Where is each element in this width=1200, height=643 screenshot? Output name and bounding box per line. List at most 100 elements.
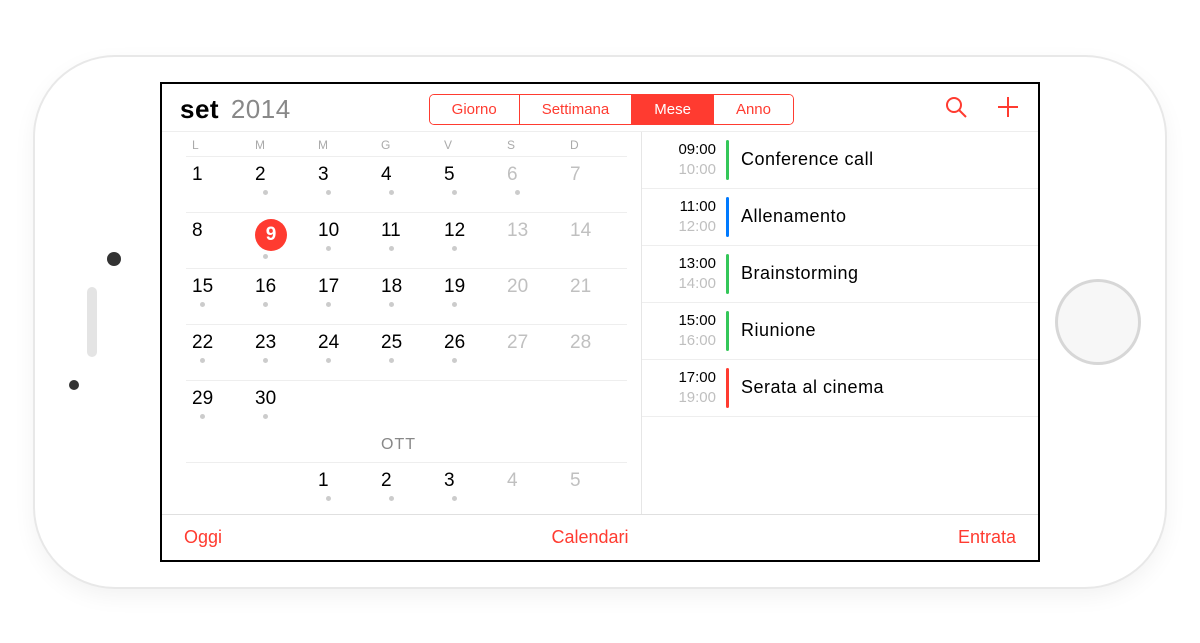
calendars-button[interactable]: Calendari [551, 527, 628, 548]
event-item[interactable]: 17:0019:00Serata al cinema [642, 360, 1038, 417]
day-cell[interactable]: 5 [564, 462, 627, 514]
day-number: 3 [444, 469, 455, 493]
day-cell[interactable]: 4 [375, 156, 438, 212]
event-dot-icon [389, 190, 394, 195]
day-number: 26 [444, 331, 465, 355]
day-cell[interactable]: 1 [186, 156, 249, 212]
day-cell[interactable]: 13 [501, 212, 564, 268]
day-cell[interactable]: 23 [249, 324, 312, 380]
view-tab-giorno[interactable]: Giorno [430, 95, 520, 124]
day-cell[interactable]: 17 [312, 268, 375, 324]
add-icon[interactable] [996, 95, 1020, 124]
app-screen: set 2014 GiornoSettimanaMeseAnno LMMGVSD… [160, 82, 1040, 562]
event-end: 19:00 [656, 388, 716, 408]
event-end: 12:00 [656, 217, 716, 237]
view-tab-settimana[interactable]: Settimana [520, 95, 633, 124]
day-cell[interactable]: 25 [375, 324, 438, 380]
home-button[interactable] [1055, 279, 1141, 365]
month-calendar: LMMGVSD 12345678910111213141516171819202… [162, 132, 642, 514]
day-number: 4 [507, 469, 518, 493]
month-grid: 1234567891011121314151617181920212223242… [186, 156, 627, 514]
day-cell[interactable]: 12 [438, 212, 501, 268]
day-cell [186, 462, 249, 514]
day-number: 17 [318, 275, 339, 299]
today-button[interactable]: Oggi [184, 527, 222, 548]
day-cell[interactable]: 22 [186, 324, 249, 380]
search-icon[interactable] [944, 95, 968, 124]
event-item[interactable]: 09:0010:00Conference call [642, 132, 1038, 189]
day-cell [312, 380, 375, 436]
event-dot-icon [263, 254, 268, 259]
event-color-bar [726, 140, 729, 180]
day-number: 5 [570, 469, 581, 493]
day-cell[interactable]: 4 [501, 462, 564, 514]
day-cell[interactable]: 20 [501, 268, 564, 324]
day-cell[interactable]: 3 [438, 462, 501, 514]
day-number: 3 [318, 163, 329, 187]
event-dot-icon [326, 358, 331, 363]
day-number: 1 [318, 469, 329, 493]
day-cell[interactable]: 9 [249, 212, 312, 268]
weekday-label: S [501, 138, 564, 152]
event-color-bar [726, 254, 729, 294]
page-title[interactable]: set 2014 [180, 94, 291, 125]
event-item[interactable]: 11:0012:00Allenamento [642, 189, 1038, 246]
day-number: 1 [192, 163, 203, 187]
day-cell[interactable]: 19 [438, 268, 501, 324]
event-dot-icon [263, 358, 268, 363]
phone-frame: set 2014 GiornoSettimanaMeseAnno LMMGVSD… [35, 57, 1165, 587]
day-cell[interactable]: 16 [249, 268, 312, 324]
day-cell[interactable]: 7 [564, 156, 627, 212]
event-item[interactable]: 13:0014:00Brainstorming [642, 246, 1038, 303]
day-cell[interactable]: 27 [501, 324, 564, 380]
day-number: 19 [444, 275, 465, 299]
event-dot-icon [389, 246, 394, 251]
day-number: 10 [318, 219, 339, 243]
event-dot-icon [326, 302, 331, 307]
header: set 2014 GiornoSettimanaMeseAnno [162, 84, 1038, 131]
day-number: 29 [192, 387, 213, 411]
day-cell[interactable]: 8 [186, 212, 249, 268]
view-switcher: GiornoSettimanaMeseAnno [429, 94, 794, 125]
day-number: 2 [381, 469, 392, 493]
event-item[interactable]: 15:0016:00Riunione [642, 303, 1038, 360]
day-cell[interactable]: 3 [312, 156, 375, 212]
day-cell[interactable]: 1 [312, 462, 375, 514]
event-start: 17:00 [656, 368, 716, 388]
day-number: 13 [507, 219, 528, 243]
day-cell[interactable]: 28 [564, 324, 627, 380]
day-number: 5 [444, 163, 455, 187]
phone-camera [107, 252, 121, 266]
day-cell [375, 380, 438, 436]
day-cell[interactable]: 15 [186, 268, 249, 324]
day-cell[interactable]: 2 [249, 156, 312, 212]
view-tab-anno[interactable]: Anno [714, 95, 793, 124]
event-dot-icon [263, 190, 268, 195]
day-number: 22 [192, 331, 213, 355]
day-cell[interactable]: 11 [375, 212, 438, 268]
day-cell[interactable]: 29 [186, 380, 249, 436]
day-number: 14 [570, 219, 591, 243]
day-cell[interactable]: 18 [375, 268, 438, 324]
day-cell[interactable]: 21 [564, 268, 627, 324]
day-cell[interactable]: 30 [249, 380, 312, 436]
event-color-bar [726, 197, 729, 237]
event-color-bar [726, 368, 729, 408]
day-cell[interactable]: 26 [438, 324, 501, 380]
day-cell[interactable]: 5 [438, 156, 501, 212]
event-dot-icon [326, 190, 331, 195]
day-cell[interactable]: 24 [312, 324, 375, 380]
event-dot-icon [452, 358, 457, 363]
event-dot-icon [263, 414, 268, 419]
day-cell[interactable]: 6 [501, 156, 564, 212]
day-cell[interactable]: 10 [312, 212, 375, 268]
inbox-button[interactable]: Entrata [958, 527, 1016, 548]
day-number: 12 [444, 219, 465, 243]
day-cell[interactable]: 2 [375, 462, 438, 514]
day-cell[interactable]: 14 [564, 212, 627, 268]
view-tab-mese[interactable]: Mese [632, 95, 714, 124]
next-month-label: OTT [375, 436, 438, 462]
event-dot-icon [515, 190, 520, 195]
event-dot-icon [200, 414, 205, 419]
event-dot-icon [200, 358, 205, 363]
